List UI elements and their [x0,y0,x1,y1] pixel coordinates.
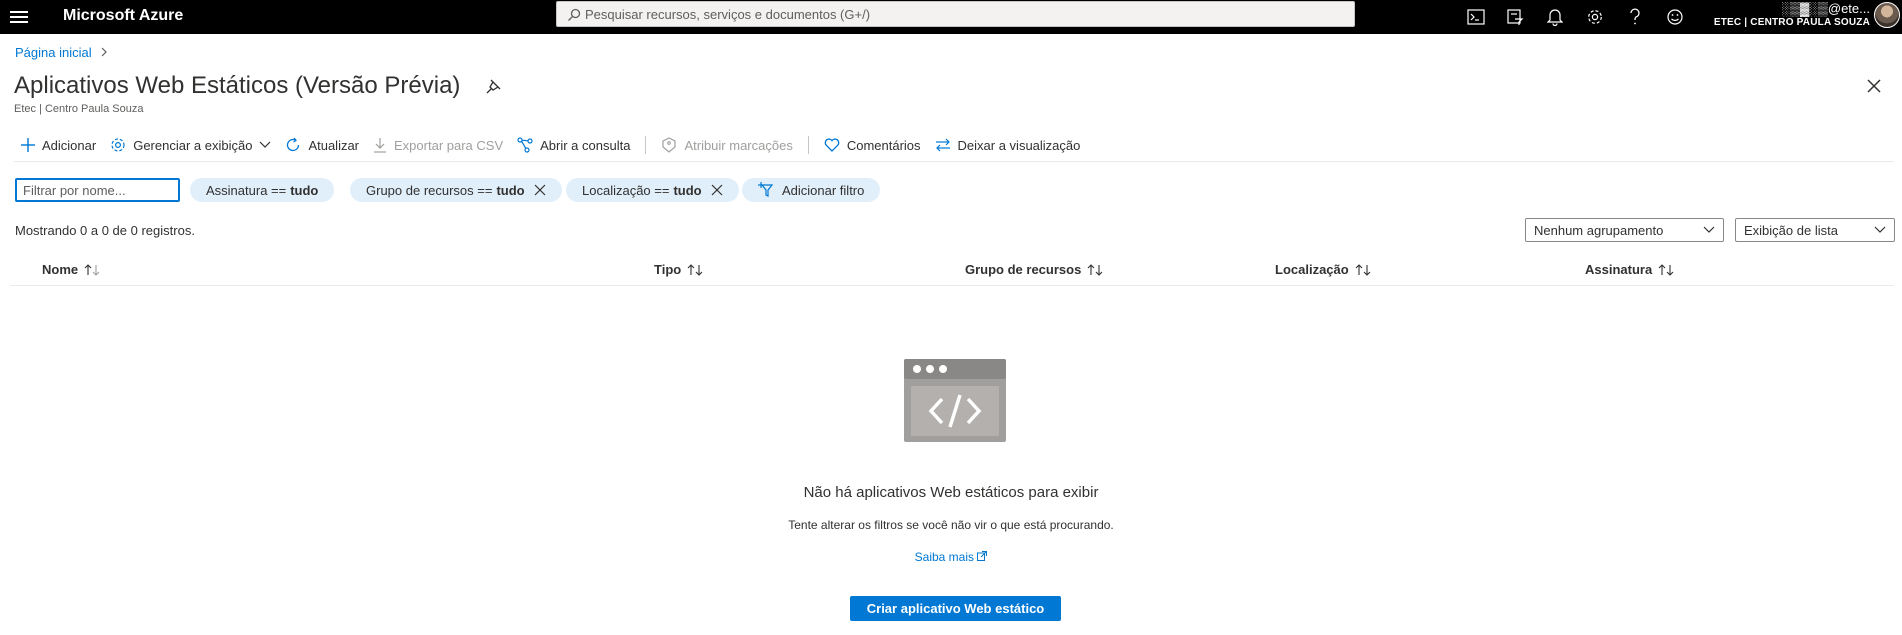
notifications-icon[interactable] [1543,5,1567,29]
subscription-filter-key: Assinatura == [206,182,287,198]
account-email: ░▒▓░▒@ete... [1781,1,1870,16]
assign-tags-button[interactable]: Atribuir marcações [654,132,799,158]
column-header-type[interactable]: Tipo [654,262,703,277]
pin-icon[interactable] [484,78,502,96]
table-header: Nome Tipo Grupo de recursos Localização … [10,256,1894,286]
leave-preview-button[interactable]: Deixar a visualização [928,132,1088,158]
column-header-label: Localização [1275,262,1349,277]
switch-arrows-icon [935,138,950,152]
account-menu[interactable]: ░▒▓░▒@ete... ETEC | CENTRO PAULA SOUZA [1714,1,1870,29]
breadcrumb: Página inicial [15,45,108,60]
sort-icon [687,263,703,276]
remove-filter-icon[interactable] [711,184,723,196]
add-filter-icon [758,182,774,197]
resource-group-filter-key: Grupo de recursos == [366,182,493,198]
sort-icon [1658,263,1674,276]
refresh-label: Atualizar [308,137,360,153]
empty-state-title: Não há aplicativos Web estáticos para ex… [803,484,1099,501]
column-header-label: Assinatura [1585,262,1653,277]
add-filter-label: Adicionar filtro [782,182,865,198]
subscription-filter-value: tudo [290,182,319,198]
search-icon [568,8,581,21]
empty-state-subtitle: Tente alterar os filtros se você não vir… [788,518,1114,532]
global-search-box[interactable] [556,1,1355,27]
location-filter-pill[interactable]: Localização == tudo [566,178,739,202]
leave-preview-label: Deixar a visualização [957,137,1081,153]
portal-brand[interactable]: Microsoft Azure [63,7,183,25]
feedback-icon[interactable] [1663,5,1687,29]
sort-icon [1087,263,1103,276]
learn-more: Saiba mais [0,550,1902,564]
external-link-icon [977,551,988,561]
tag-icon [662,137,677,153]
settings-icon[interactable] [1583,5,1607,29]
feedback-button[interactable]: Comentários [817,132,928,158]
heart-icon [824,138,840,152]
gear-icon [111,138,125,152]
chevron-down-icon [1703,226,1715,233]
page-subtitle: Etec | Centro Paula Souza [14,103,144,115]
command-bar-divider [14,161,1894,162]
column-header-label: Grupo de recursos [965,262,1082,277]
view-mode-selected: Exibição de lista [1744,222,1838,238]
column-header-name[interactable]: Nome [42,262,100,277]
column-header-label: Nome [42,262,79,277]
breadcrumb-home-link[interactable]: Página inicial [15,45,92,60]
command-bar: Adicionar Gerenciar a exibição Atualizar… [14,132,1087,158]
create-static-web-app-button[interactable]: Criar aplicativo Web estático [850,596,1061,621]
chevron-down-icon [1874,226,1886,233]
view-mode-dropdown[interactable]: Exibição de lista [1735,218,1895,242]
menu-icon[interactable] [10,9,28,25]
static-web-app-empty-icon [904,359,1006,442]
resource-group-filter-pill[interactable]: Grupo de recursos == tudo [350,178,562,202]
account-tenant: ETEC | CENTRO PAULA SOUZA [1713,17,1870,28]
remove-filter-icon[interactable] [534,184,546,196]
command-separator [645,136,647,154]
command-separator [807,136,809,154]
chevron-down-icon [260,141,271,148]
sort-icon [1355,263,1371,276]
avatar[interactable] [1874,2,1900,28]
column-header-location[interactable]: Localização [1275,262,1371,277]
learn-more-link[interactable]: Saiba mais [915,550,988,564]
location-filter-value: tudo [673,182,702,198]
open-query-button[interactable]: Abrir a consulta [510,132,637,158]
top-bar: Microsoft Azure ░▒▓░▒@ete... ETEC | CENT… [0,0,1902,34]
grouping-dropdown[interactable]: Nenhum agrupamento [1525,218,1724,242]
add-filter-button[interactable]: Adicionar filtro [742,178,881,202]
export-csv-label: Exportar para CSV [394,137,504,153]
refresh-icon [287,137,300,152]
open-query-label: Abrir a consulta [540,137,631,153]
grouping-selected: Nenhum agrupamento [1534,222,1664,238]
assign-tags-label: Atribuir marcações [684,137,793,153]
manage-view-label: Gerenciar a exibição [133,137,253,153]
manage-view-button[interactable]: Gerenciar a exibição [103,132,278,158]
learn-more-label: Saiba mais [914,550,975,564]
query-graph-icon [517,137,533,153]
global-search-input[interactable] [585,2,1345,26]
download-icon [374,138,387,153]
page-title: Aplicativos Web Estáticos (Versão Prévia… [14,72,461,99]
refresh-button[interactable]: Atualizar [278,132,366,158]
records-count: Mostrando 0 a 0 de 0 registros. [15,223,195,238]
cloud-shell-icon[interactable] [1464,5,1488,29]
subscription-filter-pill[interactable]: Assinatura == tudo [190,178,335,202]
export-csv-button[interactable]: Exportar para CSV [366,132,510,158]
plus-icon [21,138,35,152]
add-button[interactable]: Adicionar [14,132,103,158]
column-header-subscription[interactable]: Assinatura [1585,262,1674,277]
resource-group-filter-value: tudo [496,182,525,198]
close-icon[interactable] [1866,78,1882,94]
location-filter-key: Localização == [582,182,670,198]
column-header-resource-group[interactable]: Grupo de recursos [965,262,1103,277]
sort-icon [84,263,100,276]
directory-filter-icon[interactable] [1503,5,1527,29]
chevron-right-icon [100,46,108,60]
filter-by-name-input[interactable] [15,178,180,202]
column-header-label: Tipo [654,262,682,277]
feedback-label: Comentários [846,137,921,153]
add-label: Adicionar [42,137,97,153]
help-icon[interactable] [1623,5,1647,29]
